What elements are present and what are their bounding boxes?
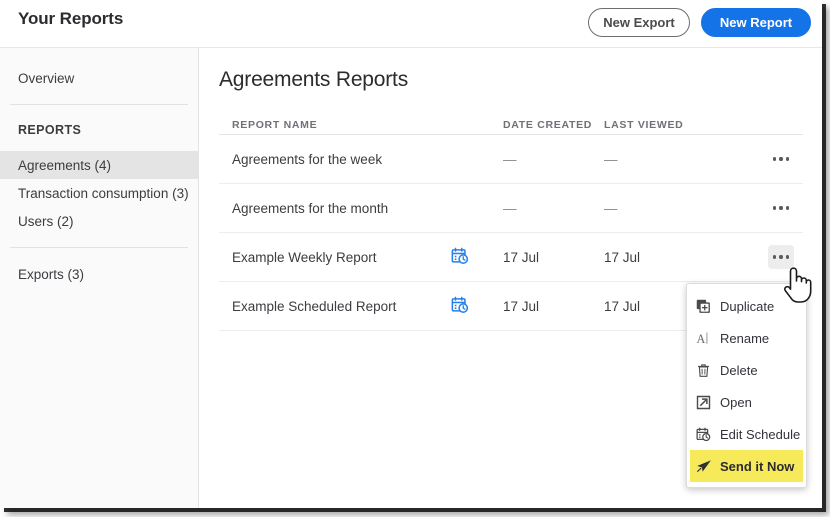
dot xyxy=(773,255,776,258)
menu-item-open[interactable]: Open xyxy=(687,386,806,418)
cell-report-name: Example Weekly Report xyxy=(219,250,441,265)
sidebar: Overview REPORTS Agreements (4) Transact… xyxy=(0,48,199,508)
rename-icon: A xyxy=(696,331,720,346)
menu-item-edit-schedule[interactable]: Edit Schedule xyxy=(687,418,806,450)
dot xyxy=(786,255,789,258)
dot xyxy=(779,206,782,209)
menu-item-duplicate[interactable]: Duplicate xyxy=(687,290,806,322)
dot xyxy=(779,157,782,160)
table-row[interactable]: Agreements for the week — — xyxy=(219,135,803,184)
trash-icon xyxy=(696,363,720,378)
row-overflow-menu-button-active[interactable] xyxy=(768,245,794,269)
sidebar-heading-reports: REPORTS xyxy=(0,117,198,143)
app-header: Your Reports New Export New Report xyxy=(0,0,822,48)
cell-date-created: — xyxy=(503,152,604,167)
sidebar-item-label: Agreements (4) xyxy=(18,158,111,173)
cell-report-name: Agreements for the month xyxy=(219,201,441,216)
dot xyxy=(786,206,789,209)
column-header-date-created: DATE CREATED xyxy=(503,119,604,134)
sidebar-item-overview[interactable]: Overview xyxy=(0,64,198,92)
menu-item-label: Rename xyxy=(720,331,769,346)
cell-actions xyxy=(714,147,803,171)
dot xyxy=(786,157,789,160)
svg-text:A: A xyxy=(696,331,705,345)
menu-item-label: Edit Schedule xyxy=(720,427,800,442)
dot xyxy=(773,157,776,160)
sidebar-item-transaction-consumption[interactable]: Transaction consumption (3) xyxy=(0,179,198,207)
row-overflow-menu-button[interactable] xyxy=(768,196,794,220)
dot xyxy=(773,206,776,209)
calendar-clock-icon xyxy=(451,247,469,268)
column-header-last-viewed: LAST VIEWED xyxy=(604,119,714,134)
cell-last-viewed: 17 Jul xyxy=(604,250,714,265)
cell-schedule-icon xyxy=(441,247,503,268)
menu-item-rename[interactable]: A Rename xyxy=(687,322,806,354)
menu-item-label: Send it Now xyxy=(720,459,794,474)
cell-last-viewed: — xyxy=(604,152,714,167)
sidebar-item-agreements[interactable]: Agreements (4) xyxy=(0,151,198,179)
sidebar-heading-label: REPORTS xyxy=(18,123,81,137)
calendar-clock-icon xyxy=(451,296,469,317)
table-row[interactable]: Example Weekly Report xyxy=(219,233,803,282)
cell-actions xyxy=(714,196,803,220)
page-title: Your Reports xyxy=(18,9,123,29)
cell-date-created: 17 Jul xyxy=(503,299,604,314)
menu-item-delete[interactable]: Delete xyxy=(687,354,806,386)
cell-date-created: 17 Jul xyxy=(503,250,604,265)
app-window: Your Reports New Export New Report Overv… xyxy=(0,0,822,508)
sidebar-item-label: Users (2) xyxy=(18,214,74,229)
cell-schedule-icon xyxy=(441,296,503,317)
open-external-icon xyxy=(696,395,720,410)
paper-plane-icon xyxy=(696,458,720,474)
section-title: Agreements Reports xyxy=(219,68,408,92)
sidebar-item-label: Transaction consumption (3) xyxy=(18,186,189,201)
cell-actions xyxy=(714,245,803,269)
row-overflow-menu-button[interactable] xyxy=(768,147,794,171)
sidebar-item-label: Exports (3) xyxy=(18,267,84,282)
table-header-row: REPORT NAME DATE CREATED LAST VIEWED xyxy=(219,112,803,135)
duplicate-icon xyxy=(696,299,720,314)
dot xyxy=(779,255,782,258)
cell-report-name: Agreements for the week xyxy=(219,152,441,167)
table-row[interactable]: Agreements for the month — — xyxy=(219,184,803,233)
cell-date-created: — xyxy=(503,201,604,216)
new-report-button[interactable]: New Report xyxy=(701,8,811,37)
menu-item-send-it-now[interactable]: Send it Now xyxy=(690,450,803,482)
sidebar-item-exports[interactable]: Exports (3) xyxy=(0,260,198,288)
menu-item-label: Delete xyxy=(720,363,758,378)
new-export-label: New Export xyxy=(603,15,675,30)
menu-item-label: Open xyxy=(720,395,752,410)
new-export-button[interactable]: New Export xyxy=(588,8,690,37)
column-header-report-name: REPORT NAME xyxy=(219,119,441,134)
sidebar-item-label: Overview xyxy=(18,71,74,86)
cell-last-viewed: — xyxy=(604,201,714,216)
row-context-menu: Duplicate A Rename Delete xyxy=(686,283,807,488)
sidebar-item-users[interactable]: Users (2) xyxy=(0,207,198,235)
new-report-label: New Report xyxy=(720,15,792,30)
menu-item-label: Duplicate xyxy=(720,299,774,314)
calendar-clock-icon xyxy=(696,427,720,442)
cell-report-name: Example Scheduled Report xyxy=(219,299,441,314)
